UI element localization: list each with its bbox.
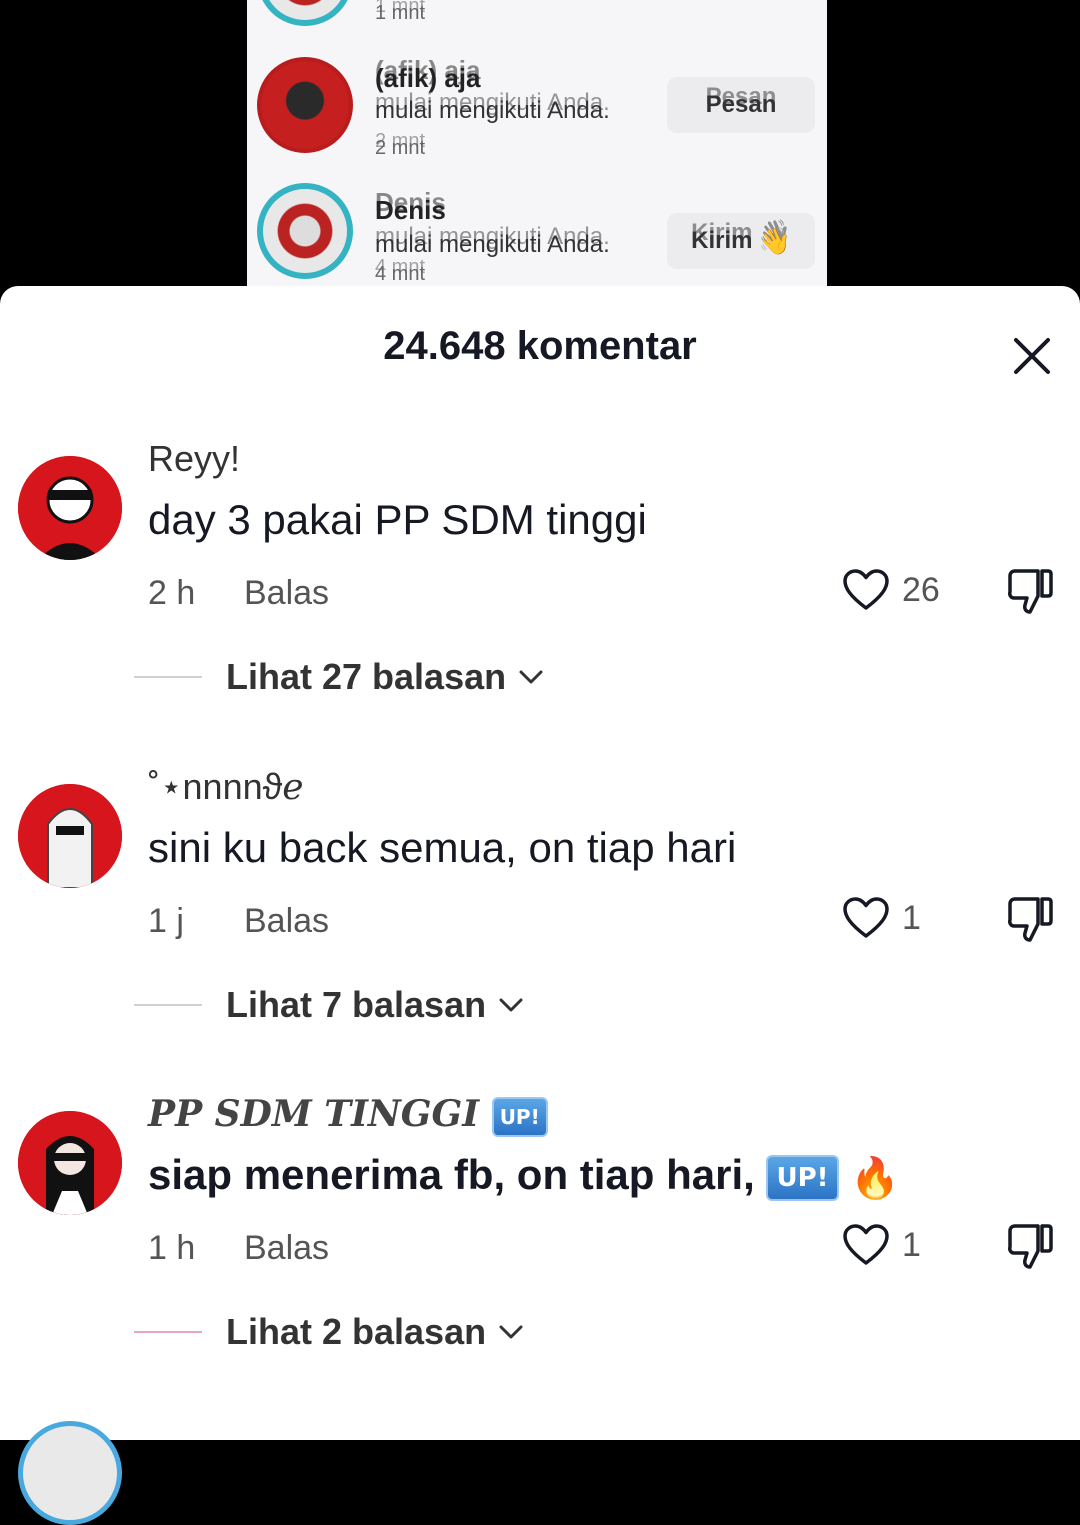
comment-text-body: siap menerima fb, on tiap hari, <box>148 1151 755 1198</box>
like-button[interactable]: 1 <box>842 1223 921 1267</box>
like-button[interactable]: 26 <box>842 568 940 612</box>
reply-button[interactable]: Balas <box>244 574 329 613</box>
fire-emoji: 🔥 <box>850 1156 900 1201</box>
comment-item: PP SDM TINGGI UP! siap menerima fb, on t… <box>0 1093 1080 1411</box>
comment-text: day 3 pakai PP SDM tinggi <box>148 496 647 543</box>
comment-username[interactable]: PP SDM TINGGI UP! <box>148 1093 548 1137</box>
notification-message: mulai mengikuti Anda. <box>375 97 610 124</box>
view-replies-label: Lihat 27 balasan <box>226 656 507 697</box>
dislike-button[interactable] <box>1004 1223 1054 1276</box>
comment-text: sini ku back semua, on tiap hari <box>148 824 737 871</box>
dislike-icon <box>1008 897 1053 942</box>
divider <box>134 676 202 678</box>
notification-time: 1 mnt <box>375 2 426 24</box>
notification-name: Denis <box>375 195 446 225</box>
reply-button[interactable]: Balas <box>244 902 329 941</box>
like-button[interactable]: 1 <box>842 896 921 940</box>
heart-icon <box>843 569 889 610</box>
up-badge-icon: UP! <box>766 1154 839 1201</box>
like-count: 1 <box>902 898 921 937</box>
notification-message: mulai mengikuti Anda. <box>375 231 610 258</box>
close-icon <box>1014 338 1050 374</box>
comment-username-text: PP SDM TINGGI <box>148 1093 480 1135</box>
comment-time: 1 h <box>148 1229 196 1267</box>
up-badge-icon: UP! <box>491 1097 548 1137</box>
comment-time: 1 j <box>148 902 184 940</box>
comment-item: Reyy! day 3 pakai PP SDM tinggi 2 h Bala… <box>0 438 1080 756</box>
close-button[interactable] <box>1006 330 1058 382</box>
message-button[interactable]: Pesan <box>667 77 815 133</box>
notification-name: (afik) aja <box>375 63 481 93</box>
heart-icon <box>843 1224 889 1265</box>
chevron-down-icon <box>519 670 543 684</box>
avatar <box>257 57 353 153</box>
avatar <box>257 0 353 26</box>
notification-time: 2 mnt <box>375 137 426 159</box>
avatar[interactable] <box>18 784 122 888</box>
send-button-label: Kirim <box>691 227 753 254</box>
comment-username[interactable]: Reyy! <box>148 438 240 480</box>
send-button[interactable]: Kirim 👋 <box>667 213 815 269</box>
avatar-image <box>18 1111 122 1215</box>
chevron-down-icon <box>499 1325 523 1339</box>
dislike-icon <box>1008 569 1053 614</box>
avatar <box>257 183 353 279</box>
view-replies-button[interactable]: Lihat 2 balasan <box>134 1311 524 1353</box>
divider <box>134 1004 202 1006</box>
view-replies-label: Lihat 7 balasan <box>226 984 487 1025</box>
comment-time: 2 h <box>148 574 196 612</box>
notification-item[interactable]: Denis mulai mengikuti Anda. 4 mnt Kirim … <box>247 183 827 293</box>
view-replies-button[interactable]: Lihat 7 balasan <box>134 984 524 1026</box>
divider <box>134 1331 202 1333</box>
view-replies-button[interactable]: Lihat 27 balasan <box>134 656 544 698</box>
notification-time: 4 mnt <box>375 263 426 285</box>
comment-count-title: 24.648 komentar <box>383 324 697 368</box>
comment-item: ˚⋆nnnnϑℯ sini ku back semua, on tiap har… <box>0 766 1080 1084</box>
dislike-button[interactable] <box>1004 896 1054 949</box>
wave-hand-icon: 👋 <box>758 225 791 256</box>
view-replies-label: Lihat 2 balasan <box>226 1311 487 1352</box>
heart-icon <box>843 897 889 938</box>
comment-username[interactable]: ˚⋆nnnnϑℯ <box>148 766 304 808</box>
dislike-button[interactable] <box>1004 568 1054 621</box>
chevron-down-icon <box>499 998 523 1012</box>
notification-list: 1 mnt (afik) aja mulai mengikuti Anda. 2… <box>247 0 827 300</box>
avatar[interactable] <box>18 1421 122 1525</box>
notification-item[interactable]: (afik) aja mulai mengikuti Anda. 2 mnt P… <box>247 55 827 165</box>
dislike-icon <box>1008 1224 1053 1269</box>
comment-sheet: 24.648 komentar Reyy! day 3 pakai PP SDM… <box>0 286 1080 1525</box>
avatar[interactable] <box>18 456 122 560</box>
notification-item[interactable]: 1 mnt <box>247 0 827 40</box>
like-count: 26 <box>902 570 940 609</box>
like-count: 1 <box>902 1225 921 1264</box>
avatar-image <box>18 784 122 888</box>
comment-text: siap menerima fb, on tiap hari, UP! 🔥 <box>148 1151 900 1201</box>
avatar[interactable] <box>18 1111 122 1215</box>
reply-button[interactable]: Balas <box>244 1229 329 1268</box>
avatar-image <box>18 456 122 560</box>
message-button-label: Pesan <box>705 91 777 118</box>
